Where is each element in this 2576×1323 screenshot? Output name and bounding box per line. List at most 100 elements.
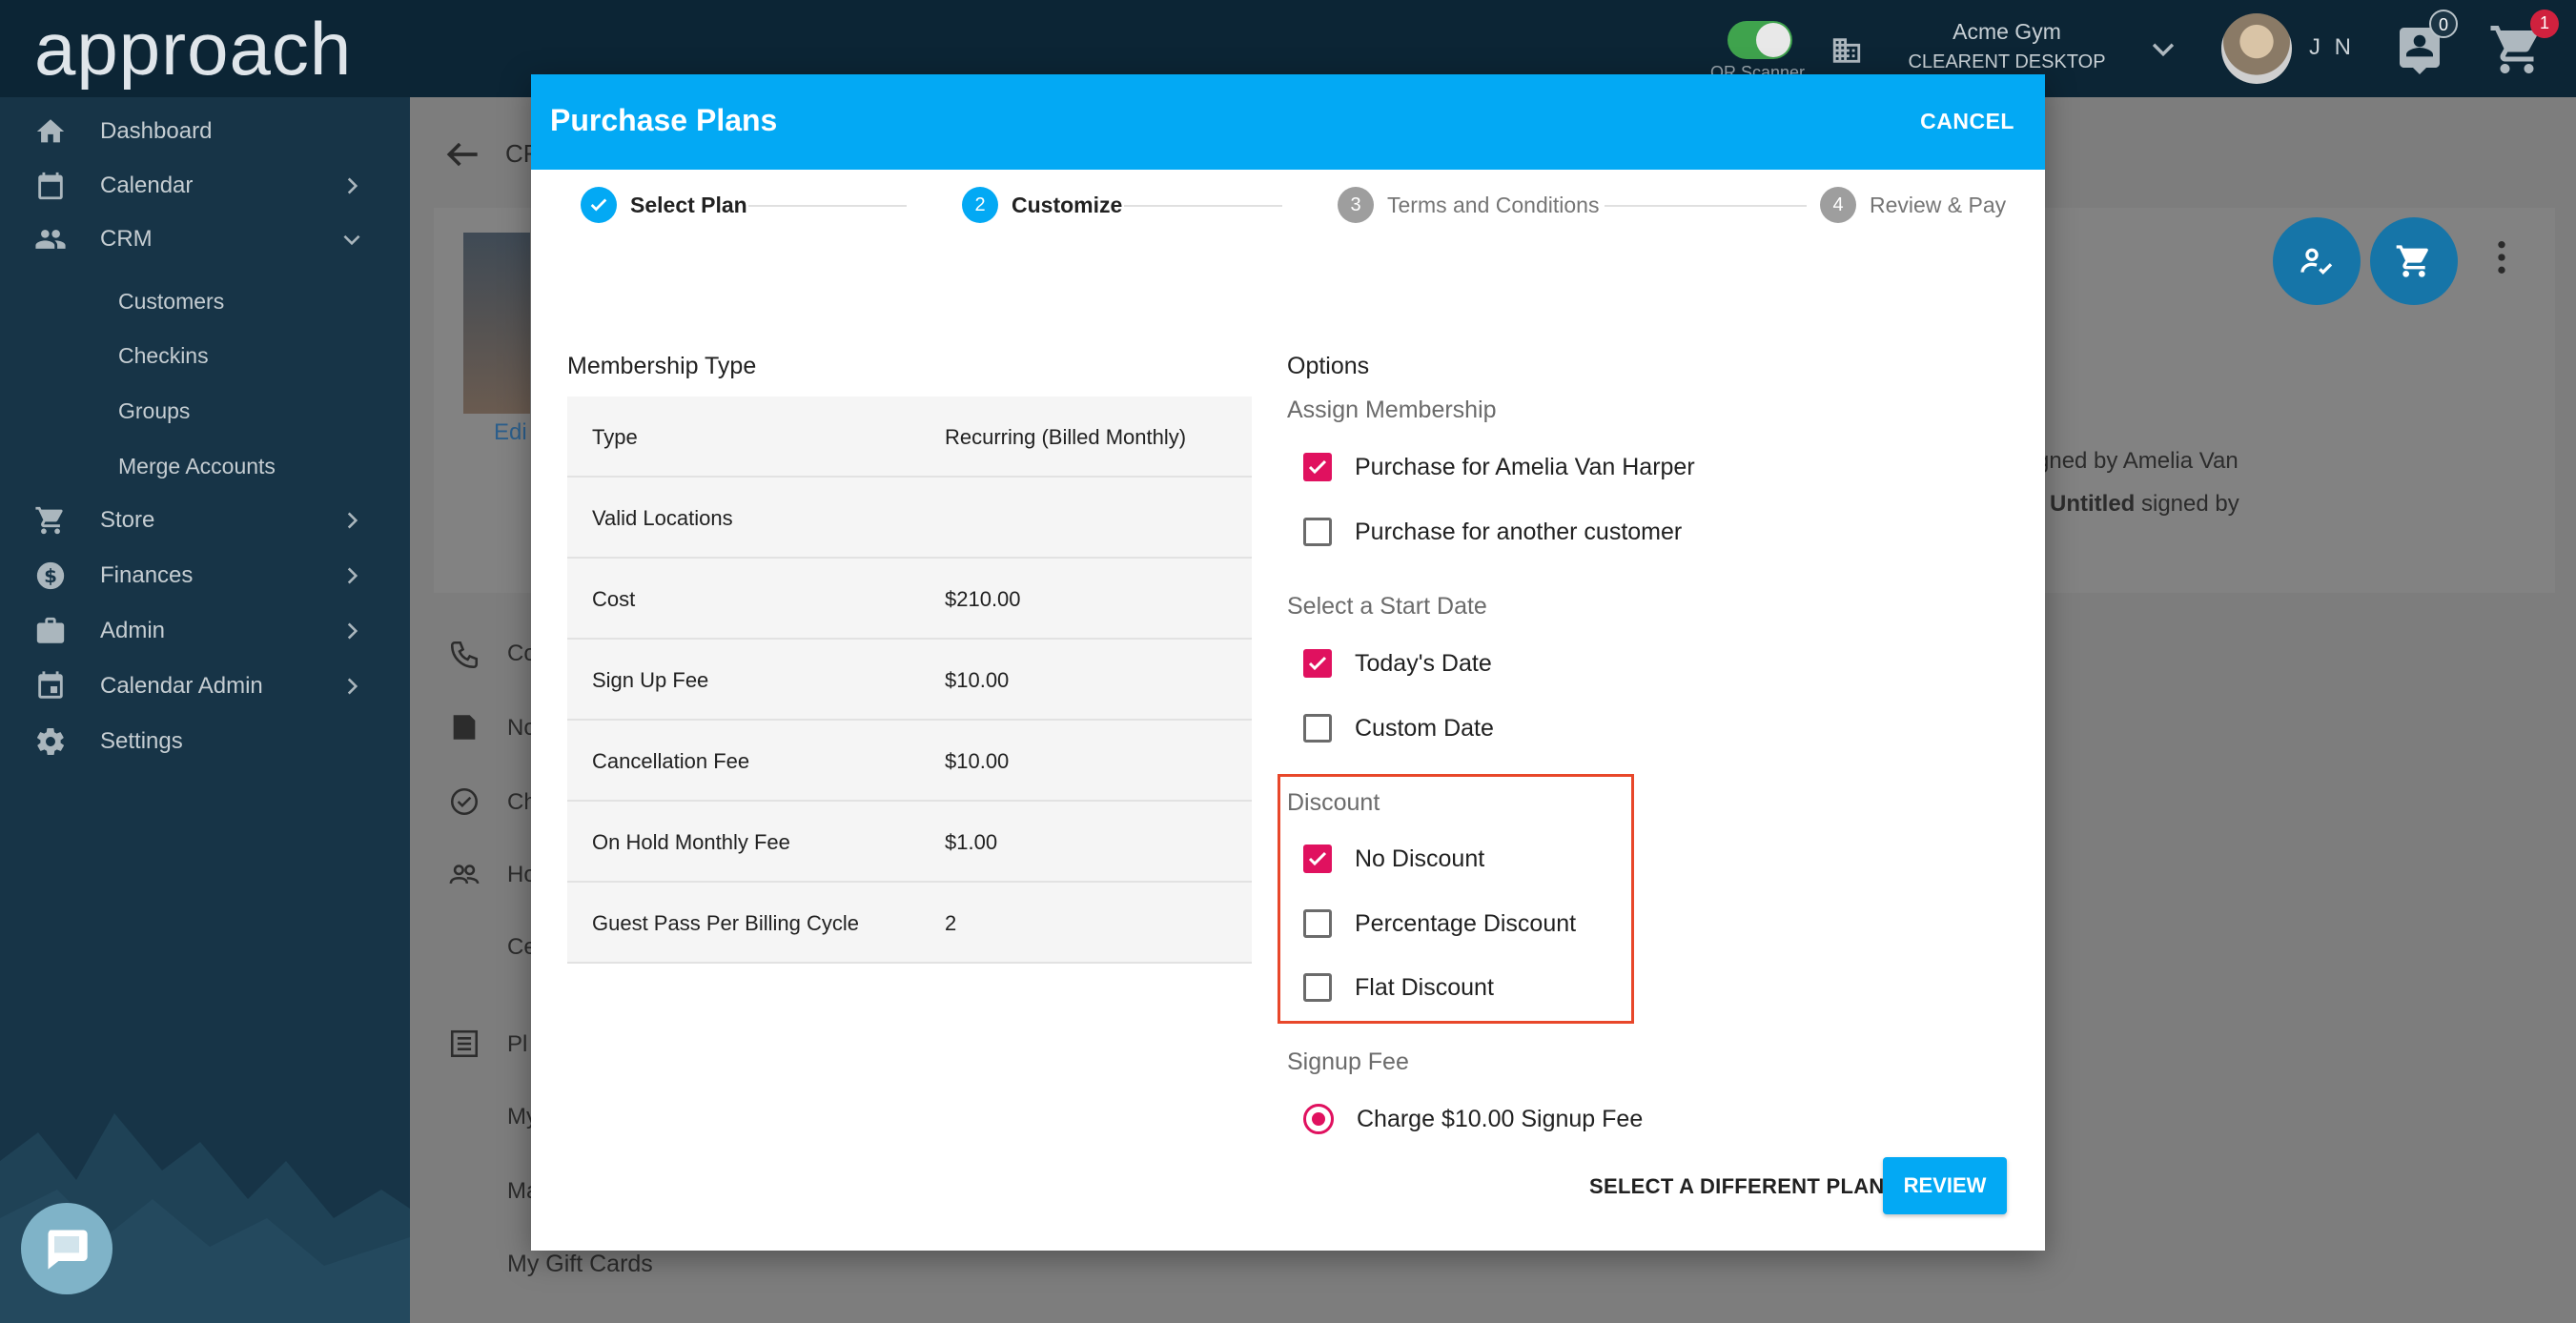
- cart-icon: [35, 506, 63, 535]
- gear-icon: [37, 727, 64, 756]
- checkbox-unchecked-icon: [1303, 518, 1332, 546]
- table-row: Sign Up Fee $10.00: [567, 640, 1252, 721]
- table-row: On Hold Monthly Fee $1.00: [567, 802, 1252, 883]
- chevron-right-icon: [347, 622, 358, 640]
- person-check-icon: [2300, 248, 2333, 275]
- no-discount-checkbox[interactable]: No Discount: [1303, 845, 1484, 873]
- checkbox-checked-icon: [1303, 649, 1332, 678]
- signup-fee-label: Signup Fee: [1287, 1048, 1409, 1075]
- sidebar-item-calendar[interactable]: Calendar: [0, 159, 410, 213]
- table-row: Type Recurring (Billed Monthly): [567, 397, 1252, 478]
- purchase-for-self-checkbox[interactable]: Purchase for Amelia Van Harper: [1303, 453, 1695, 481]
- inbox-count-badge: 0: [2429, 10, 2458, 38]
- checkbox-unchecked-icon: [1303, 714, 1332, 743]
- chevron-right-icon: [347, 177, 358, 194]
- sidebar-item-calendar-admin[interactable]: Calendar Admin: [0, 660, 410, 713]
- cancel-button[interactable]: CANCEL: [1920, 109, 2014, 134]
- step-select-plan[interactable]: Select Plan: [581, 187, 747, 223]
- sidebar-item-settings[interactable]: Settings: [0, 715, 410, 768]
- sidebar-subitem-groups[interactable]: Groups: [118, 398, 190, 424]
- stepper-connector: [748, 205, 907, 207]
- sidebar: Dashboard Calendar CRM Customers Checkin…: [0, 97, 410, 1323]
- profile-photo: [463, 233, 530, 414]
- home-icon: [36, 119, 65, 143]
- chevron-right-icon: [347, 512, 358, 529]
- sidebar-subitem-checkins[interactable]: Checkins: [118, 343, 209, 369]
- dollar-icon: $: [36, 561, 65, 590]
- start-date-label: Select a Start Date: [1287, 593, 1487, 620]
- bg-item-gift-cards: My Gift Cards: [507, 1251, 653, 1277]
- sidebar-item-store[interactable]: Store: [0, 494, 410, 547]
- chevron-right-icon: [347, 567, 358, 584]
- back-arrow-icon[interactable]: [442, 133, 484, 175]
- flat-discount-checkbox[interactable]: Flat Discount: [1303, 973, 1494, 1002]
- membership-type-heading: Membership Type: [567, 353, 757, 379]
- checkbox-checked-icon: [1303, 453, 1332, 481]
- step-number: 2: [962, 187, 998, 223]
- briefcase-icon: [36, 617, 65, 643]
- bg-item-plans: Pl: [507, 1031, 528, 1057]
- check-circle-icon: [450, 787, 479, 816]
- sidebar-subitem-merge-accounts[interactable]: Merge Accounts: [118, 454, 276, 479]
- shopping-cart-icon: [2396, 245, 2428, 277]
- custom-date-checkbox[interactable]: Custom Date: [1303, 714, 1494, 743]
- building-icon: [1832, 38, 1861, 63]
- sidebar-item-crm[interactable]: CRM: [0, 213, 410, 266]
- chat-icon: [48, 1230, 88, 1270]
- gym-name[interactable]: Acme Gym: [1878, 19, 2136, 45]
- event-icon: [38, 671, 63, 699]
- stepper-connector: [1605, 205, 1807, 207]
- step-number: 4: [1820, 187, 1856, 223]
- chevron-down-icon[interactable]: [2147, 32, 2179, 65]
- checkbox-checked-icon: [1303, 845, 1332, 873]
- checkbox-unchecked-icon: [1303, 909, 1332, 938]
- table-row: Guest Pass Per Billing Cycle 2: [567, 883, 1252, 964]
- qr-scanner-toggle[interactable]: [1728, 21, 1792, 59]
- people-outline-icon: [449, 865, 480, 885]
- charge-signup-fee-radio[interactable]: Charge $10.00 Signup Fee: [1303, 1104, 1643, 1134]
- step-terms[interactable]: 3 Terms and Conditions: [1338, 187, 1599, 223]
- checkbox-unchecked-icon: [1303, 973, 1332, 1002]
- membership-table: Type Recurring (Billed Monthly) Valid Loc…: [567, 397, 1252, 964]
- sidebar-subitem-customers[interactable]: Customers: [118, 289, 224, 315]
- table-row: Valid Locations: [567, 478, 1252, 559]
- list-icon: [450, 1029, 479, 1058]
- signed-text-1: gned by Amelia Van: [2036, 448, 2239, 474]
- modal-header: Purchase Plans CANCEL: [531, 74, 2045, 170]
- purchase-plans-modal: Purchase Plans CANCEL Select Plan 2 Cust…: [531, 74, 2045, 1251]
- table-row: Cancellation Fee $10.00: [567, 721, 1252, 802]
- step-check-icon: [581, 187, 617, 223]
- chat-button[interactable]: [21, 1203, 112, 1294]
- cart-count-badge: 1: [2530, 10, 2559, 38]
- people-icon: [35, 230, 66, 249]
- stepper-connector: [1124, 205, 1282, 207]
- sidebar-item-admin[interactable]: Admin: [0, 604, 410, 658]
- purchase-for-another-checkbox[interactable]: Purchase for another customer: [1303, 518, 1682, 546]
- phone-icon: [450, 641, 479, 669]
- select-different-plan-button[interactable]: SELECT A DIFFERENT PLAN: [1589, 1174, 1885, 1199]
- sidebar-item-finances[interactable]: $ Finances: [0, 549, 410, 602]
- step-number: 3: [1338, 187, 1374, 223]
- more-vertical-icon[interactable]: [2494, 238, 2509, 276]
- assign-membership-label: Assign Membership: [1287, 397, 1497, 423]
- user-initials[interactable]: J N: [2309, 34, 2355, 61]
- svg-text:$: $: [44, 565, 57, 587]
- calendar-icon: [38, 172, 63, 200]
- signed-text-2: Untitled signed by: [2050, 491, 2239, 517]
- discount-label: Discount: [1287, 789, 1380, 816]
- sidebar-item-dashboard[interactable]: Dashboard: [0, 105, 410, 158]
- chevron-down-icon: [343, 234, 360, 246]
- cart-fab-button[interactable]: [2370, 217, 2458, 305]
- step-review-pay[interactable]: 4 Review & Pay: [1820, 187, 2006, 223]
- percentage-discount-checkbox[interactable]: Percentage Discount: [1303, 909, 1576, 938]
- review-button[interactable]: REVIEW: [1883, 1157, 2007, 1214]
- note-icon: [453, 715, 476, 740]
- todays-date-checkbox[interactable]: Today's Date: [1303, 649, 1492, 678]
- checkin-fab-button[interactable]: [2273, 217, 2361, 305]
- edit-photo-link[interactable]: Edi: [494, 419, 527, 446]
- options-heading: Options: [1287, 353, 1370, 379]
- user-avatar[interactable]: [2221, 13, 2292, 84]
- chevron-right-icon: [347, 678, 358, 695]
- app-logo[interactable]: approach: [34, 6, 352, 92]
- step-customize[interactable]: 2 Customize: [962, 187, 1122, 223]
